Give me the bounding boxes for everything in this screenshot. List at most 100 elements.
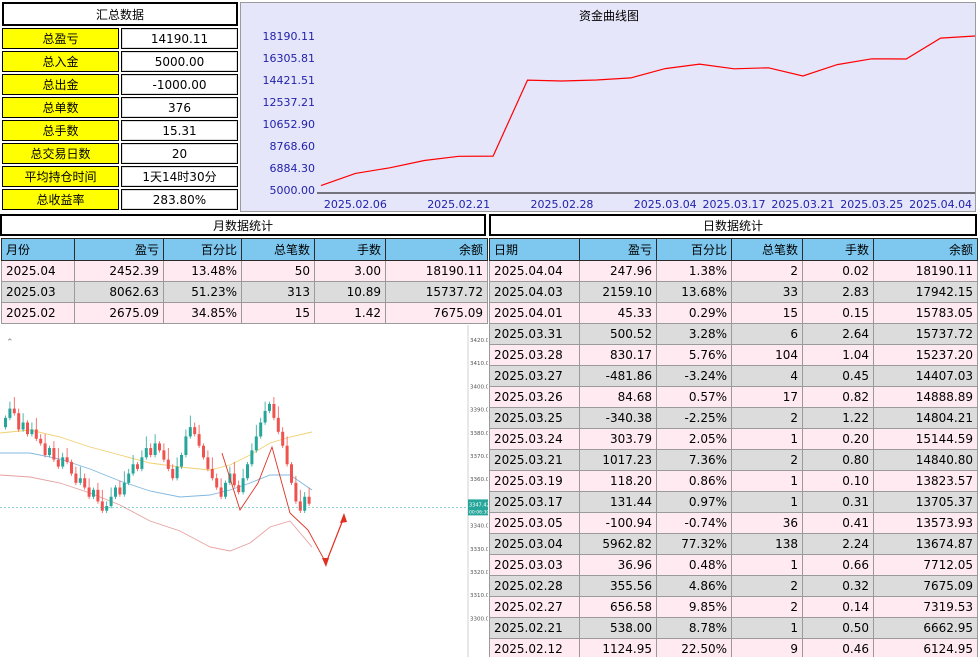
table-cell: 138 xyxy=(731,533,803,555)
table-cell: 2025.03.04 xyxy=(489,533,580,555)
column-header[interactable]: 百分比 xyxy=(656,238,732,261)
collapse-icon[interactable]: ⌃ xyxy=(6,338,14,348)
table-cell: 2025.02.27 xyxy=(489,596,580,618)
candle-body xyxy=(39,438,43,444)
table-cell: 2 xyxy=(731,449,803,471)
summary-label: 平均持仓时间 xyxy=(2,166,119,187)
column-header[interactable]: 日期 xyxy=(489,238,580,261)
daily-row[interactable]: 2025.04.04 247.96 1.38% 2 0.02 18190.11 xyxy=(489,260,978,282)
daily-row[interactable]: 2025.03.05 -100.94 -0.74% 36 0.41 13573.93 xyxy=(489,512,978,534)
candle-body xyxy=(65,457,69,462)
summary-row: 总手数 15.31 xyxy=(2,120,238,141)
candle-body xyxy=(232,473,236,486)
summary-label: 总入金 xyxy=(2,51,119,72)
daily-row[interactable]: 2025.03.25 -340.38 -2.25% 2 1.22 14804.21 xyxy=(489,407,978,429)
table-cell: 2025.03.17 xyxy=(489,491,580,513)
table-cell: -481.86 xyxy=(579,365,657,387)
table-cell: 2 xyxy=(731,596,803,618)
table-cell: 15 xyxy=(241,302,315,324)
column-header[interactable]: 手数 xyxy=(314,238,386,261)
daily-row[interactable]: 2025.03.19 118.20 0.86% 1 0.10 13823.57 xyxy=(489,470,978,492)
table-cell: 2.83 xyxy=(802,281,874,303)
daily-row[interactable]: 2025.04.03 2159.10 13.68% 33 2.83 17942.15 xyxy=(489,281,978,303)
candle-body xyxy=(26,422,29,435)
daily-row[interactable]: 2025.03.17 131.44 0.97% 1 0.31 13705.37 xyxy=(489,491,978,513)
candlestick-chart[interactable]: ⌃ 3420.00 3410.00 3400.00 3390.00 3380.00 3370… xyxy=(0,325,493,657)
table-cell: 4.86% xyxy=(656,575,732,597)
column-header[interactable]: 余额 xyxy=(385,238,488,261)
table-cell: 2025.03.31 xyxy=(489,323,580,345)
table-cell: 1.22 xyxy=(802,407,874,429)
table-cell: 51.23% xyxy=(163,281,242,303)
column-header[interactable]: 总笔数 xyxy=(241,238,315,261)
table-cell: 50 xyxy=(241,260,315,282)
candle-body xyxy=(48,448,51,455)
daily-row[interactable]: 2025.03.31 500.52 3.28% 6 2.64 15737.72 xyxy=(489,323,978,345)
candlestick-svg[interactable]: ⌃ 3420.00 3410.00 3400.00 3390.00 3380.00 3370… xyxy=(0,325,493,657)
table-cell: 131.44 xyxy=(579,491,657,513)
daily-row[interactable]: 2025.03.21 1017.23 7.36% 2 0.80 14840.80 xyxy=(489,449,978,471)
candle-body xyxy=(83,478,87,488)
table-cell: 1 xyxy=(731,491,803,513)
column-header[interactable]: 余额 xyxy=(873,238,978,261)
candle-body xyxy=(21,422,25,430)
table-cell: 118.20 xyxy=(579,470,657,492)
summary-label: 总手数 xyxy=(2,120,119,141)
candle-body xyxy=(140,457,144,469)
daily-row[interactable]: 2025.02.21 538.00 8.78% 1 0.50 6662.95 xyxy=(489,617,978,639)
candle-body xyxy=(30,429,34,435)
daily-stats-table[interactable]: 日期 盈亏 百分比 总笔数 手数 余额 2025.04.04 247.96 1.38% 2 0.0… xyxy=(489,238,978,657)
candle-body xyxy=(96,489,100,502)
column-header[interactable]: 百分比 xyxy=(163,238,242,261)
price-tick-label: 3360.00 xyxy=(470,477,488,483)
summary-value: 283.80% xyxy=(121,189,238,210)
table-cell: 2159.10 xyxy=(579,281,657,303)
monthly-row[interactable]: 2025.03 8062.63 51.23% 313 10.89 15737.72 xyxy=(1,281,488,303)
candle-body xyxy=(268,403,271,411)
daily-row[interactable]: 2025.03.03 36.96 0.48% 1 0.66 7712.05 xyxy=(489,554,978,576)
price-tick-label: 3300.00 xyxy=(470,616,488,622)
summary-row: 总出金 -1000.00 xyxy=(2,74,238,95)
table-cell: 10.89 xyxy=(314,281,386,303)
candle-body xyxy=(303,496,307,511)
candle-body xyxy=(241,478,245,493)
table-cell: 8062.63 xyxy=(74,281,164,303)
table-cell: 1.42 xyxy=(314,302,386,324)
table-cell: 0.80 xyxy=(802,449,874,471)
table-cell: -100.94 xyxy=(579,512,657,534)
table-cell: 17 xyxy=(731,386,803,408)
column-header[interactable]: 手数 xyxy=(802,238,874,261)
table-cell: 3.28% xyxy=(656,323,732,345)
daily-row[interactable]: 2025.03.27 -481.86 -3.24% 4 0.45 14407.03 xyxy=(489,365,978,387)
table-cell: 0.97% xyxy=(656,491,732,513)
monthly-row[interactable]: 2025.02 2675.09 34.85% 15 1.42 7675.09 xyxy=(1,302,488,324)
column-header[interactable]: 盈亏 xyxy=(579,238,657,261)
price-tick-label: 3330.00 xyxy=(470,547,488,553)
daily-row[interactable]: 2025.03.04 5962.82 77.32% 138 2.24 13674.87 xyxy=(489,533,978,555)
candle-body xyxy=(87,487,91,497)
candle-body xyxy=(193,427,197,435)
column-header[interactable]: 盈亏 xyxy=(74,238,164,261)
table-cell: 9.85% xyxy=(656,596,732,618)
daily-row[interactable]: 2025.02.12 1124.95 22.50% 9 0.46 6124.95 xyxy=(489,638,978,657)
table-cell: 5.76% xyxy=(656,344,732,366)
summary-value: 376 xyxy=(121,97,238,118)
daily-row[interactable]: 2025.04.01 45.33 0.29% 15 0.15 15783.05 xyxy=(489,302,978,324)
daily-row[interactable]: 2025.03.24 303.79 2.05% 1 0.20 15144.59 xyxy=(489,428,978,450)
candle-body xyxy=(109,496,113,507)
candle-body xyxy=(8,408,12,418)
monthly-row[interactable]: 2025.04 2452.39 13.48% 50 3.00 18190.11 xyxy=(1,260,488,282)
table-cell: 2025.03.25 xyxy=(489,407,580,429)
daily-row[interactable]: 2025.02.27 656.58 9.85% 2 0.14 7319.53 xyxy=(489,596,978,618)
daily-row[interactable]: 2025.02.28 355.56 4.86% 2 0.32 7675.09 xyxy=(489,575,978,597)
column-header[interactable]: 月份 xyxy=(1,238,75,261)
column-header[interactable]: 总笔数 xyxy=(731,238,803,261)
daily-row[interactable]: 2025.03.28 830.17 5.76% 104 1.04 15237.20 xyxy=(489,344,978,366)
table-cell: 6124.95 xyxy=(873,638,978,657)
table-cell: 0.10 xyxy=(802,470,874,492)
summary-value: 1天14时30分 xyxy=(121,166,238,187)
table-cell: 14888.89 xyxy=(873,386,978,408)
price-tick-label: 3370.00 xyxy=(470,454,488,460)
daily-row[interactable]: 2025.03.26 84.68 0.57% 17 0.82 14888.89 xyxy=(489,386,978,408)
y-tick-label: 18190.11 xyxy=(263,30,316,43)
